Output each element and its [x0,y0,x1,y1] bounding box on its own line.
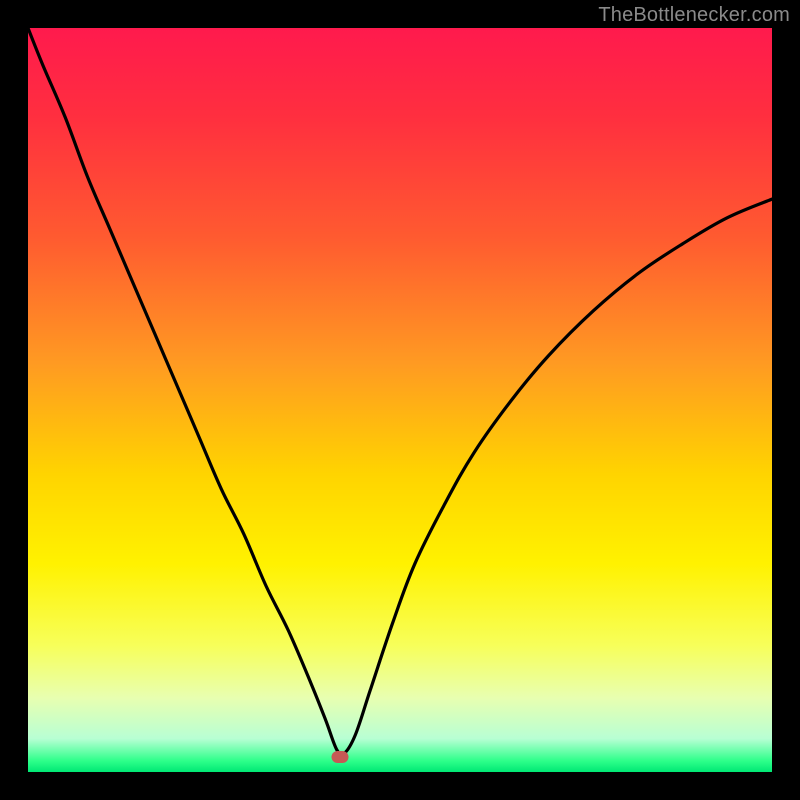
watermark-text: TheBottlenecker.com [598,4,790,27]
minimum-marker [332,751,349,763]
chart-frame [28,28,772,772]
bottleneck-curve [28,28,772,772]
